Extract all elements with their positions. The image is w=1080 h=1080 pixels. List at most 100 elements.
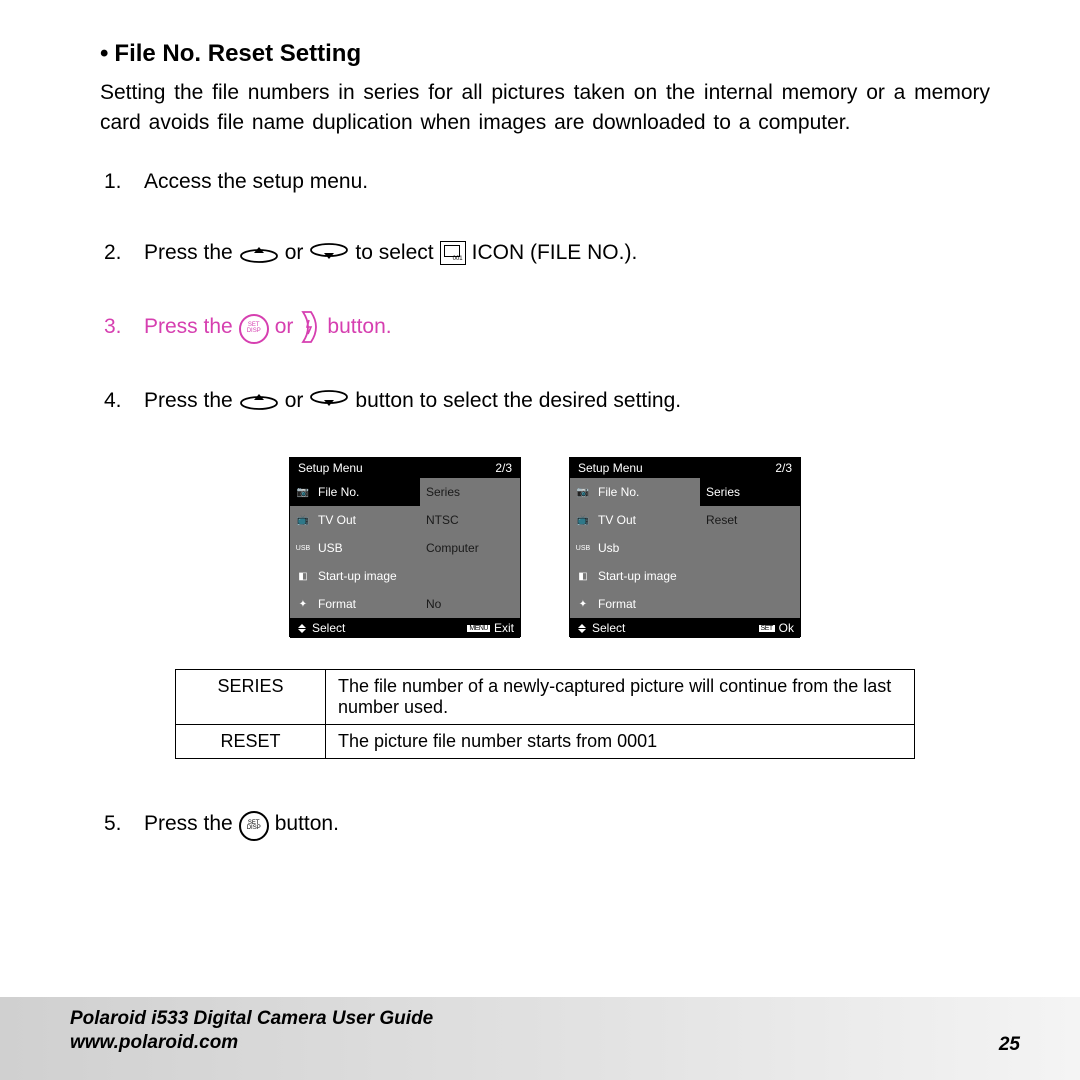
up-button-icon — [239, 243, 279, 263]
menu-row: 📷 File No. Series — [570, 478, 800, 506]
step-number: 2. — [104, 238, 128, 267]
heading-text: File No. Reset Setting — [114, 40, 361, 67]
step-text: ICON (FILE NO.). — [472, 238, 638, 267]
menu-row: ◧ Start-up image — [290, 562, 520, 590]
step-number: 1. — [104, 167, 128, 196]
step-2: 2. Press the or to select ICON (FILE NO.… — [104, 238, 990, 267]
menu-title: Setup Menu — [298, 461, 495, 475]
step-5: 5. Press the SETDISP button. — [104, 809, 990, 839]
menu-row: USB USB Computer — [290, 534, 520, 562]
menu-row-label: TV Out — [598, 513, 636, 527]
menu-row-icon: USB — [294, 540, 312, 556]
menu-row-value: NTSC — [420, 506, 520, 534]
menu-row-value: No — [420, 590, 520, 618]
page-footer: Polaroid i533 Digital Camera User Guide … — [0, 997, 1080, 1080]
step-number: 4. — [104, 386, 128, 415]
menu-row-value — [700, 534, 800, 562]
menu-row-value: Reset — [700, 506, 800, 534]
step-text: to select — [355, 238, 433, 267]
menu-row-value: Series — [700, 478, 800, 506]
table-key: SERIES — [176, 670, 326, 725]
menu-row-value: Series — [420, 478, 520, 506]
step-number: 5. — [104, 809, 128, 838]
description-table: SERIES The file number of a newly-captur… — [175, 669, 915, 759]
menu-row-value — [700, 562, 800, 590]
menu-row: ◧ Start-up image — [570, 562, 800, 590]
menu-row-icon: 📺 — [294, 512, 312, 528]
step-3: 3. Press the SETDISP or button. — [104, 310, 990, 344]
menu-row-value — [700, 590, 800, 618]
heading-bullet: • — [100, 40, 108, 67]
menu-row-icon: ✦ — [574, 596, 592, 612]
menu-row-icon: USB — [574, 540, 592, 556]
page-number: 25 — [999, 1034, 1020, 1056]
intro-paragraph: Setting the file numbers in series for a… — [100, 78, 990, 139]
menu-row: USB Usb — [570, 534, 800, 562]
menu-row-label: Format — [318, 597, 356, 611]
menu-page-indicator: 2/3 — [775, 461, 792, 475]
menu-row-icon: ✦ — [294, 596, 312, 612]
section-heading: •File No. Reset Setting — [100, 40, 990, 68]
footer-select: Select — [592, 621, 625, 635]
updown-icon — [576, 621, 588, 635]
footer-guide-title: Polaroid i533 Digital Camera User Guide — [70, 1007, 433, 1032]
footer-ok: Ok — [779, 621, 794, 635]
menu-row-label: Start-up image — [318, 569, 397, 583]
updown-icon — [296, 621, 308, 635]
step-text: Press the — [144, 809, 233, 838]
table-value: The picture file number starts from 0001 — [326, 725, 915, 759]
menu-row: 📺 TV Out Reset — [570, 506, 800, 534]
table-row: RESET The picture file number starts fro… — [176, 725, 915, 759]
menu-row-icon: 📺 — [574, 512, 592, 528]
file-no-icon — [440, 241, 466, 265]
menu-row-icon: 📷 — [574, 484, 592, 500]
set-disp-button-icon: SETDISP — [239, 811, 269, 841]
menu-row-label: Usb — [598, 541, 619, 555]
menu-row-value — [420, 562, 520, 590]
step-text: Press the — [144, 312, 233, 341]
setup-menu-right: Setup Menu 2/3 📷 File No. Series 📺 TV Out Res… — [569, 457, 801, 637]
footer-tag: MENU — [467, 625, 490, 632]
step-4: 4. Press the or button to select the des… — [104, 386, 990, 415]
menu-row-label: Format — [598, 597, 636, 611]
menu-page-indicator: 2/3 — [495, 461, 512, 475]
step-text: button. — [275, 809, 339, 838]
menu-row-label: TV Out — [318, 513, 356, 527]
menu-row: ✦ Format — [570, 590, 800, 618]
footer-select: Select — [312, 621, 345, 635]
table-value: The file number of a newly-captured pict… — [326, 670, 915, 725]
menu-screenshots: Setup Menu 2/3 📷 File No. Series 📺 TV Out NTS… — [100, 457, 990, 637]
down-button-icon — [309, 243, 349, 263]
step-1: 1. Access the setup menu. — [104, 167, 990, 196]
menu-row-value: Computer — [420, 534, 520, 562]
set-disp-button-icon: SETDISP — [239, 314, 269, 344]
step-text: Press the — [144, 238, 233, 267]
menu-row-icon: 📷 — [294, 484, 312, 500]
step-text: button. — [327, 312, 391, 341]
step-number: 3. — [104, 312, 128, 341]
step-text: Press the — [144, 386, 233, 415]
setup-menu-left: Setup Menu 2/3 📷 File No. Series 📺 TV Out NTS… — [289, 457, 521, 637]
menu-row-label: File No. — [318, 485, 359, 499]
table-key: RESET — [176, 725, 326, 759]
step-text: or — [285, 386, 304, 415]
step-text: or — [285, 238, 304, 267]
menu-row-label: USB — [318, 541, 343, 555]
menu-row: 📺 TV Out NTSC — [290, 506, 520, 534]
menu-row-label: Start-up image — [598, 569, 677, 583]
down-button-icon — [309, 390, 349, 410]
menu-row-label: File No. — [598, 485, 639, 499]
flash-right-button-icon — [299, 310, 321, 344]
footer-url: www.polaroid.com — [70, 1031, 433, 1056]
step-text: or — [275, 312, 294, 341]
menu-row-icon: ◧ — [294, 568, 312, 584]
menu-row: ✦ Format No — [290, 590, 520, 618]
footer-exit: Exit — [494, 621, 514, 635]
menu-row-icon: ◧ — [574, 568, 592, 584]
table-row: SERIES The file number of a newly-captur… — [176, 670, 915, 725]
footer-tag: SET — [759, 625, 775, 632]
step-text: button to select the desired setting. — [355, 386, 681, 415]
step-text: Access the setup menu. — [144, 167, 368, 196]
menu-row: 📷 File No. Series — [290, 478, 520, 506]
menu-title: Setup Menu — [578, 461, 775, 475]
